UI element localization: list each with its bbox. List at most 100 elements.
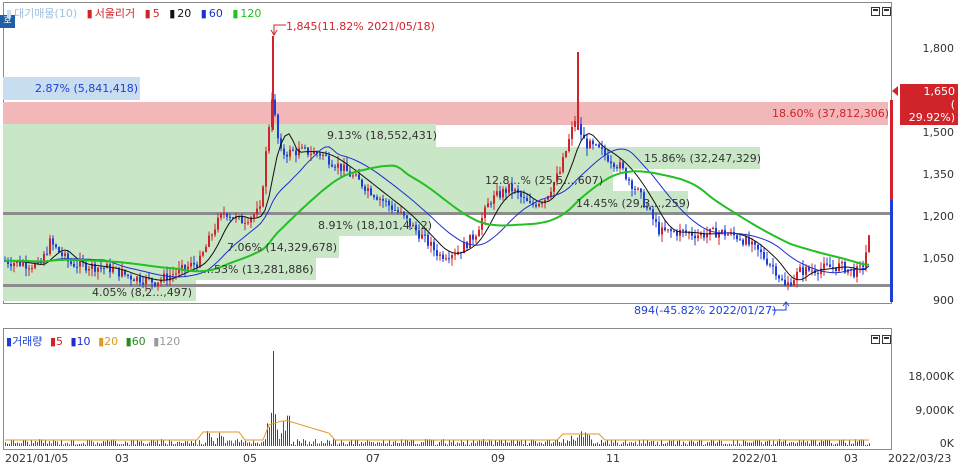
volume-bar — [819, 442, 820, 446]
volume-bar — [743, 439, 744, 446]
volume-bar — [465, 444, 466, 446]
volume-bar — [27, 441, 28, 446]
candle-up — [262, 186, 264, 207]
candle-down — [520, 192, 522, 197]
candle-down — [601, 147, 603, 149]
time-axis-tick: 2021/01/05 — [5, 452, 69, 465]
volume-bar — [731, 444, 732, 446]
candle-down — [499, 191, 501, 198]
candle-down — [139, 276, 141, 283]
candle-up — [697, 235, 699, 239]
volume-bar — [623, 442, 624, 446]
volume-bar — [381, 443, 382, 446]
volume-bar — [365, 442, 366, 446]
volume-bar — [13, 439, 14, 446]
volume-bar — [567, 440, 568, 446]
candle-down — [784, 279, 786, 286]
volume-bar — [539, 442, 540, 446]
candle-up — [727, 234, 729, 236]
candle-up — [439, 254, 441, 256]
volume-bar — [467, 440, 468, 446]
candle-up — [244, 222, 246, 224]
volume-bar — [565, 443, 566, 446]
candle-down — [655, 219, 657, 222]
volume-bar — [485, 441, 486, 446]
candle-down — [472, 234, 474, 240]
candle-down — [622, 162, 624, 169]
volume-bar — [661, 439, 662, 446]
volume-bar — [763, 444, 764, 446]
volume-bar — [701, 440, 702, 446]
volume-bar — [571, 435, 572, 446]
candle-up — [637, 188, 639, 190]
volume-bar — [785, 440, 786, 446]
candle-down — [754, 241, 756, 245]
candle-down — [586, 138, 588, 149]
volume-bar — [45, 439, 46, 446]
candle-down — [403, 211, 405, 216]
price-range-marker-blue — [890, 200, 893, 302]
volume-bar — [149, 442, 150, 446]
time-axis-tick: 2022/03/23 — [888, 452, 952, 465]
volume-bar — [397, 443, 398, 446]
candle-down — [274, 99, 276, 115]
volume-bar — [459, 443, 460, 446]
volume-profile-label: 8.91% (18,101,4…2) — [318, 219, 433, 232]
candle-up — [487, 203, 489, 208]
volume-bar — [345, 444, 346, 446]
volume-bar — [747, 442, 748, 446]
volume-bar — [835, 443, 836, 446]
volume-bar — [377, 442, 378, 446]
candle-up — [268, 127, 270, 152]
volume-bar — [569, 441, 570, 446]
candle-up — [868, 235, 870, 253]
volume-bar — [611, 439, 612, 446]
candle-down — [781, 278, 783, 280]
volume-bar — [549, 439, 550, 446]
volume-bar — [337, 444, 338, 446]
volume-bar — [311, 444, 312, 446]
volume-bar — [499, 440, 500, 446]
volume-bar — [79, 443, 80, 446]
volume-bar — [195, 440, 196, 446]
volume-bar — [263, 441, 264, 446]
volume-bar — [519, 441, 520, 446]
candle-up — [175, 273, 177, 275]
volume-bar — [795, 443, 796, 446]
volume-bar — [331, 444, 332, 446]
candle-down — [763, 252, 765, 259]
volume-bar — [501, 439, 502, 446]
candle-down — [529, 201, 531, 203]
volume-bar — [85, 444, 86, 446]
volume-bar — [507, 442, 508, 446]
candle-down — [292, 149, 294, 151]
candle-up — [163, 273, 165, 280]
volume-bar — [319, 443, 320, 446]
volume-bar — [67, 442, 68, 446]
volume-bar — [157, 439, 158, 446]
volume-bar — [831, 443, 832, 446]
candle-down — [55, 244, 57, 248]
candle-up — [805, 267, 807, 275]
volume-bar — [849, 440, 850, 446]
volume-bar — [685, 443, 686, 446]
volume-bar — [249, 442, 250, 446]
volume-bar — [231, 440, 232, 446]
volume-bar — [301, 442, 302, 446]
volume-bar — [61, 440, 62, 446]
volume-bar — [597, 442, 598, 446]
volume-bar — [705, 444, 706, 446]
candle-down — [358, 174, 360, 180]
volume-bar — [755, 439, 756, 446]
candle-up — [337, 163, 339, 168]
volume-bar — [253, 440, 254, 446]
volume-bar — [617, 442, 618, 446]
candle-down — [427, 234, 429, 246]
candle-down — [184, 264, 186, 270]
volume-bar — [327, 439, 328, 446]
candle-up — [589, 140, 591, 149]
volume-bar — [265, 439, 266, 446]
volume-bar — [721, 440, 722, 446]
current-price-pointer — [892, 86, 898, 96]
candle-up — [841, 262, 843, 264]
